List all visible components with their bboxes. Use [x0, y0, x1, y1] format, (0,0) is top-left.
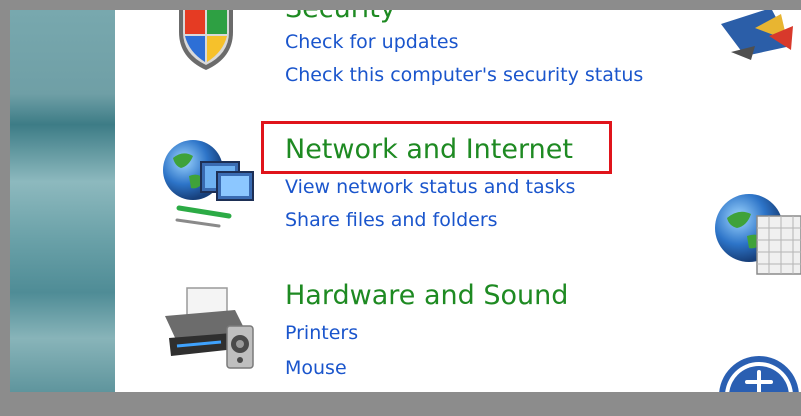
- category-title-network-and-internet[interactable]: Network and Internet: [285, 134, 573, 165]
- control-panel-category-view: Security Check for updates Check this co…: [115, 10, 801, 392]
- screenshot-frame-top: [0, 0, 801, 10]
- network-globe-icon[interactable]: [159, 136, 259, 234]
- link-share-files-and-folders[interactable]: Share files and folders: [285, 209, 498, 231]
- printer-speaker-icon[interactable]: [161, 282, 271, 378]
- link-check-for-updates[interactable]: Check for updates: [285, 31, 459, 53]
- shield-icon[interactable]: [175, 10, 237, 72]
- link-printers[interactable]: Printers: [285, 322, 358, 344]
- category-title-hardware-and-sound[interactable]: Hardware and Sound: [285, 280, 568, 311]
- display-icon[interactable]: [711, 10, 801, 62]
- category-title-security[interactable]: Security: [285, 10, 396, 24]
- screenshot-frame-left: [0, 0, 10, 416]
- ease-of-access-icon[interactable]: [715, 352, 801, 392]
- control-panel-side-pane: [10, 10, 115, 392]
- link-check-security-status[interactable]: Check this computer's security status: [285, 64, 643, 86]
- globe-calendar-icon[interactable]: [711, 180, 801, 280]
- link-mouse[interactable]: Mouse: [285, 357, 347, 379]
- screenshot-frame-bottom: [0, 392, 801, 416]
- link-view-network-status[interactable]: View network status and tasks: [285, 176, 575, 198]
